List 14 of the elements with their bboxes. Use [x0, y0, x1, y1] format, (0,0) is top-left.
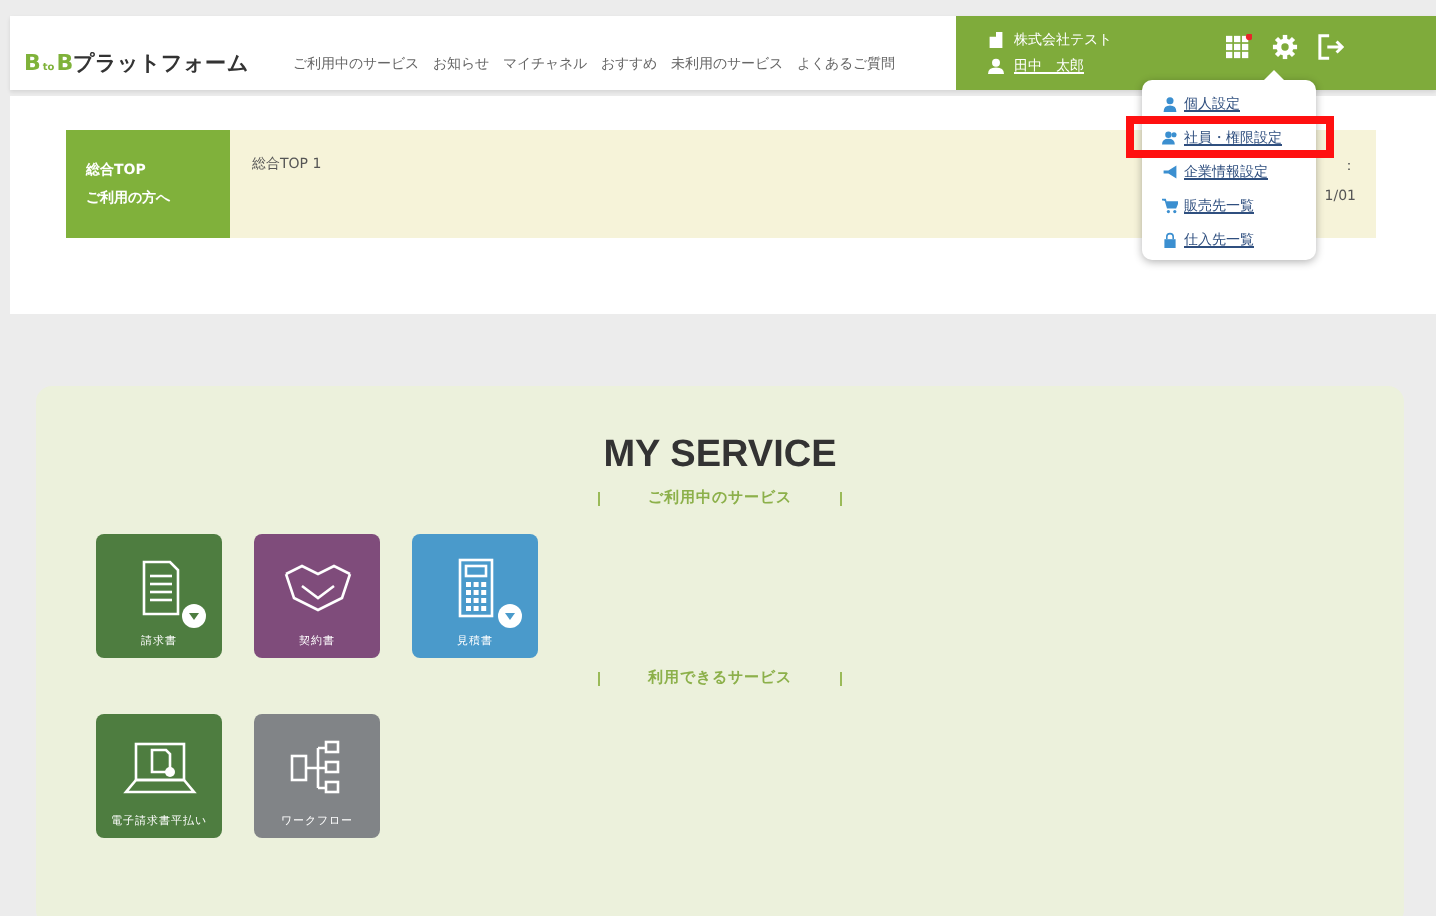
settings-icon[interactable] [1272, 34, 1298, 60]
laptop-icon [120, 738, 200, 798]
building-icon [988, 32, 1004, 48]
users-icon [1162, 129, 1178, 145]
user-icon [1162, 95, 1178, 111]
dropdown-icon[interactable] [182, 604, 206, 628]
cart-icon [1162, 197, 1178, 213]
section-title: MY SERVICE [603, 434, 837, 478]
logout-icon[interactable] [1318, 34, 1344, 60]
user-icon [988, 58, 1004, 74]
dropdown-icon[interactable] [498, 604, 522, 628]
lock-icon [1162, 231, 1178, 247]
megaphone-icon [1162, 163, 1178, 179]
apps-grid-icon[interactable] [1226, 34, 1252, 60]
